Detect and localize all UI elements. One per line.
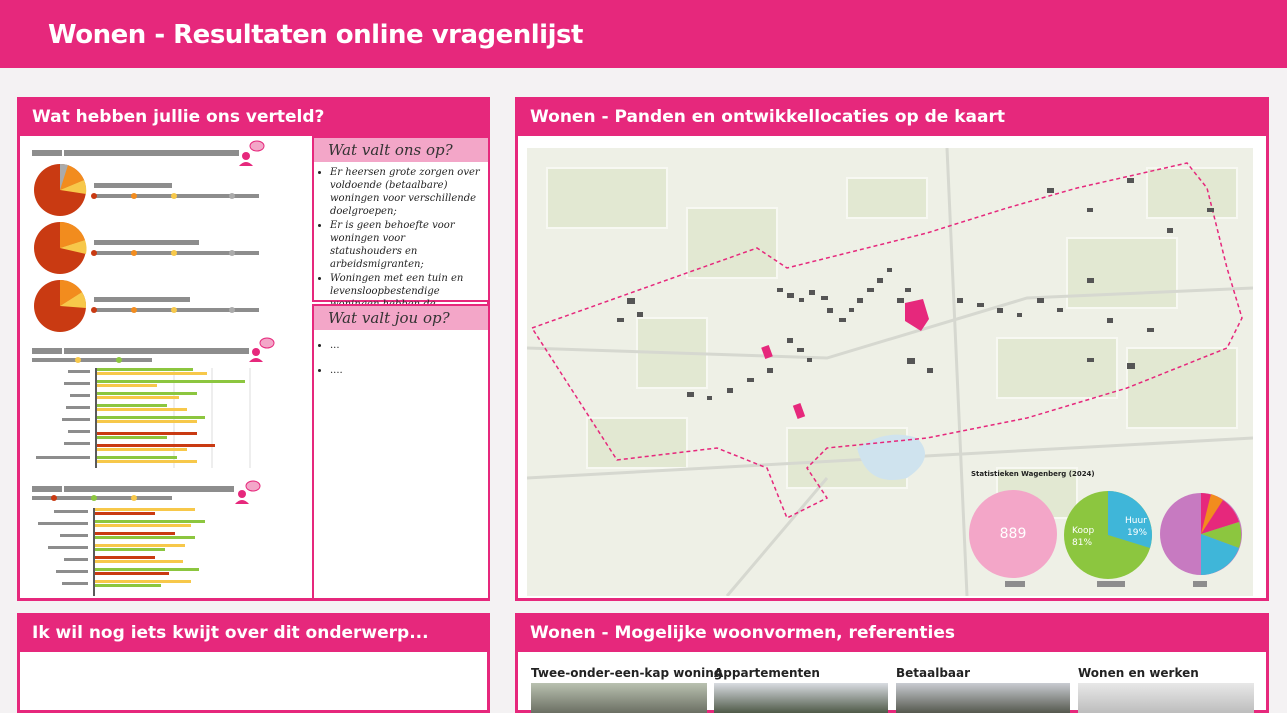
survey-results-title: Wat hebben jullie ons verteld? [20,100,487,136]
reference-label: Appartementen [714,666,820,680]
stats-count-value: 889 [999,526,1027,542]
notice-you-item[interactable]: ... [330,334,480,358]
reference-photo [714,683,888,713]
notice-us-list: Er heersen grote zorgen over voldoende (… [314,166,488,324]
notice-you-title: Wat valt jou op? [314,306,488,330]
notice-us-item: Er heersen grote zorgen over voldoende (… [330,166,480,218]
reference-photo [1078,683,1254,713]
survey-charts-graphic [32,140,275,596]
stats-huur-label: Huur [1125,516,1147,526]
map-area[interactable]: Statistieken Wagenberg (2024) 889 Koop 8… [526,147,1254,597]
stats-legend-bar [1005,581,1025,587]
notice-you-list: ... .... [314,334,488,383]
stats-legend-bar [1097,581,1125,587]
stats-household-pie [1160,493,1242,575]
reference-card[interactable]: Twee-onder-een-kap woning [531,666,723,713]
notice-us-item: Er is geen behoefte voor woningen voor s… [330,219,480,271]
reference-card[interactable]: Betaalbaar [896,666,1070,713]
notice-you-box: Wat valt jou op? ... .... [312,304,490,600]
reference-photo [531,683,707,713]
survey-results-panel: Wat hebben jullie ons verteld? Wat valt … [17,97,490,601]
extra-panel-title: Ik wil nog iets kwijt over dit onderwerp… [20,616,487,652]
reference-card[interactable]: Wonen en werken [1078,666,1254,713]
reference-card[interactable]: Appartementen [714,666,888,713]
notice-you-item[interactable]: .... [330,359,480,383]
page-title: Wonen - Resultaten online vragenlijst [48,20,583,50]
stats-koop-pct: 81% [1072,538,1093,548]
reference-label: Betaalbaar [896,666,971,680]
stats-title: Statistieken Wagenberg (2024) [971,470,1095,478]
reference-photo [896,683,1070,713]
stats-count-pie: 889 [969,490,1057,578]
stats-huur-pct: 19% [1127,528,1148,538]
reference-label: Twee-onder-een-kap woning [531,666,723,680]
header-bar: Wonen - Resultaten online vragenlijst [0,0,1287,68]
reference-label: Wonen en werken [1078,666,1199,680]
extra-panel: Ik wil nog iets kwijt over dit onderwerp… [17,613,490,713]
stats-legend-bar [1193,581,1207,587]
map-panel: Wonen - Panden en ontwikkellocaties op d… [515,97,1269,601]
survey-charts [24,136,310,598]
references-panel-title: Wonen - Mogelijke woonvormen, referentie… [518,616,1266,652]
map-panel-title: Wonen - Panden en ontwikkellocaties op d… [518,100,1266,136]
notice-us-box: Wat valt ons op? Er heersen grote zorgen… [312,136,490,323]
stats-koop-label: Koop [1072,526,1095,536]
notice-us-title: Wat valt ons op? [314,138,488,162]
